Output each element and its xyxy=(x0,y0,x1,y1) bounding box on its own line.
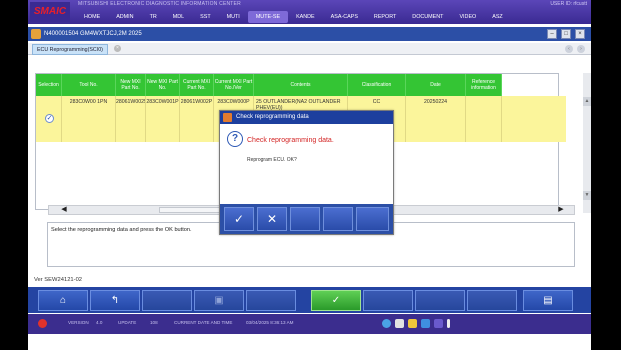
tab-strip: ECU Reprogramming(SCI0) × ‹ › xyxy=(28,43,591,55)
nav-tab-document[interactable]: DOCUMENT xyxy=(404,11,451,23)
dialog-ok-button[interactable]: ✓ xyxy=(224,207,254,231)
nav-tab-tr[interactable]: TR xyxy=(142,11,165,23)
dialog-submessage: Reprogram ECU. OK? xyxy=(247,157,297,163)
col-new-part: New MXI Part No. xyxy=(116,74,146,96)
col-new-part-ver: New MXI Part No. xyxy=(146,74,180,96)
nav-tab-report[interactable]: REPORT xyxy=(366,11,404,23)
taskbar: VERSION 4.0 UPDATE 108 CURRENT DATE AND … xyxy=(28,314,591,334)
close-button[interactable]: × xyxy=(575,29,585,39)
bottom-toolbar: ⌂ ↰ ▣ ✓ ▤ xyxy=(28,287,591,313)
home-button[interactable]: ⌂ xyxy=(38,290,88,311)
tab-prev-icon[interactable]: ‹ xyxy=(565,45,573,53)
cell-selection[interactable]: ✓ xyxy=(36,96,62,142)
dialog-button-5[interactable] xyxy=(356,207,389,231)
col-reference: Reference information xyxy=(466,74,502,96)
window-icon xyxy=(31,29,41,39)
app-tray-icon[interactable] xyxy=(395,319,404,328)
update-status-label: UPDATE xyxy=(118,320,137,325)
window-title: N400001504 GM4WXTJCJ,2M 2025 xyxy=(44,31,142,37)
nav-tabs: HOME ADMIN TR MDL SST MUTI MUTE-SE KANDE… xyxy=(76,11,511,23)
dialog-button-bar: ✓ ✕ xyxy=(220,204,393,234)
nav-tab-admin[interactable]: ADMIN xyxy=(108,11,141,23)
col-contents: Contents xyxy=(254,74,348,96)
print-button[interactable]: ▣ xyxy=(194,290,244,311)
app-logo: SMAIC xyxy=(30,2,70,22)
scroll-up-icon[interactable]: ▲ xyxy=(583,97,591,106)
cell-new-part: 28061W0025 xyxy=(116,96,146,142)
cell-date: 20250224 xyxy=(406,96,466,142)
col-current-part-ver: Current MXI Part No./Ver xyxy=(214,74,254,96)
cell-tool-no: 283C0W00 1PN xyxy=(62,96,116,142)
col-classification: Classification xyxy=(348,74,406,96)
toolbar-button-3[interactable] xyxy=(142,290,192,311)
network-icon[interactable] xyxy=(382,319,391,328)
update-status-value: 108 xyxy=(150,320,158,325)
window-titlebar: N400001504 GM4WXTJCJ,2M 2025 – □ × xyxy=(28,27,591,41)
nav-tab-home[interactable]: HOME xyxy=(76,11,108,23)
vertical-scrollbar[interactable]: ▲ ▼ xyxy=(583,73,591,213)
top-nav: SMAIC MITSUBISHI ELECTRONIC DIAGNOSTIC I… xyxy=(28,0,591,24)
scroll-right-icon[interactable]: ▶ xyxy=(554,206,568,214)
back-button[interactable]: ↰ xyxy=(90,290,140,311)
nav-tab-sst[interactable]: SST xyxy=(192,11,218,23)
power-icon[interactable] xyxy=(38,319,47,328)
screen: SMAIC MITSUBISHI ELECTRONIC DIAGNOSTIC I… xyxy=(28,0,591,350)
monitor-icon[interactable] xyxy=(421,319,430,328)
col-selection: Selection xyxy=(36,74,62,96)
menu-grid-button[interactable]: ▤ xyxy=(523,290,573,311)
toolbar-button-9[interactable] xyxy=(467,290,517,311)
col-date: Date xyxy=(406,74,466,96)
version-status-label: VERSION xyxy=(68,320,89,325)
settings-tray-icon[interactable] xyxy=(434,319,443,328)
maximize-button[interactable]: □ xyxy=(561,29,571,39)
nav-tab-kande[interactable]: KANDE xyxy=(288,11,323,23)
row-check-icon[interactable]: ✓ xyxy=(45,114,54,123)
ok-button[interactable]: ✓ xyxy=(311,290,361,311)
dialog-title: Check reprogramming data xyxy=(220,111,393,124)
toolbar-button-8[interactable] xyxy=(415,290,465,311)
version-status-value: 4.0 xyxy=(96,320,103,325)
cell-new-part-ver: 283C0W001P xyxy=(146,96,180,142)
toolbar-button-7[interactable] xyxy=(363,290,413,311)
instruction-text: Select the reprogramming data and press … xyxy=(51,227,192,233)
app-title: MITSUBISHI ELECTRONIC DIAGNOSTIC INFORMA… xyxy=(78,1,241,7)
dialog-message: Check reprogramming data. xyxy=(247,137,334,144)
nav-tab-muti[interactable]: MUTI xyxy=(219,11,248,23)
nav-tab-mdl[interactable]: MDL xyxy=(165,11,192,23)
user-id: USER ID: rfcustt xyxy=(550,1,587,7)
dialog-button-3[interactable] xyxy=(290,207,320,231)
tray-divider xyxy=(447,319,450,328)
nav-tab-asz[interactable]: ASZ xyxy=(484,11,510,23)
nav-tab-mute-se[interactable]: MUTE-SE xyxy=(247,11,289,23)
nav-tab-asa-caps[interactable]: ASA-CAPS xyxy=(323,11,366,23)
dialog-button-4[interactable] xyxy=(323,207,353,231)
folder-icon[interactable] xyxy=(408,319,417,328)
toolbar-button-5[interactable] xyxy=(246,290,296,311)
col-tool-no: Tool No. xyxy=(62,74,116,96)
nav-tab-video[interactable]: VIDEO xyxy=(451,11,484,23)
col-current-part: Current MXI Part No. xyxy=(180,74,214,96)
scroll-left-icon[interactable]: ◀ xyxy=(57,206,71,214)
tab-ecu-reprogramming[interactable]: ECU Reprogramming(SCI0) xyxy=(32,44,108,55)
scroll-down-icon[interactable]: ▼ xyxy=(583,191,591,200)
dialog-cancel-button[interactable]: ✕ xyxy=(257,207,287,231)
question-icon: ? xyxy=(227,131,243,147)
cell-current-part: 28061W002P xyxy=(180,96,214,142)
datetime-label: CURRENT DATE AND TIME xyxy=(174,320,233,325)
confirm-dialog: Check reprogramming data ? Check reprogr… xyxy=(219,110,394,235)
dialog-app-icon xyxy=(223,113,232,122)
minimize-button[interactable]: – xyxy=(547,29,557,39)
tab-next-icon[interactable]: › xyxy=(577,45,585,53)
tab-close-icon[interactable]: × xyxy=(114,45,121,52)
cell-reference xyxy=(466,96,502,142)
version-label: Ver SEW24121-02 xyxy=(34,277,83,283)
datetime-value: 03/04/2025 8:36:13 AM xyxy=(246,320,294,325)
